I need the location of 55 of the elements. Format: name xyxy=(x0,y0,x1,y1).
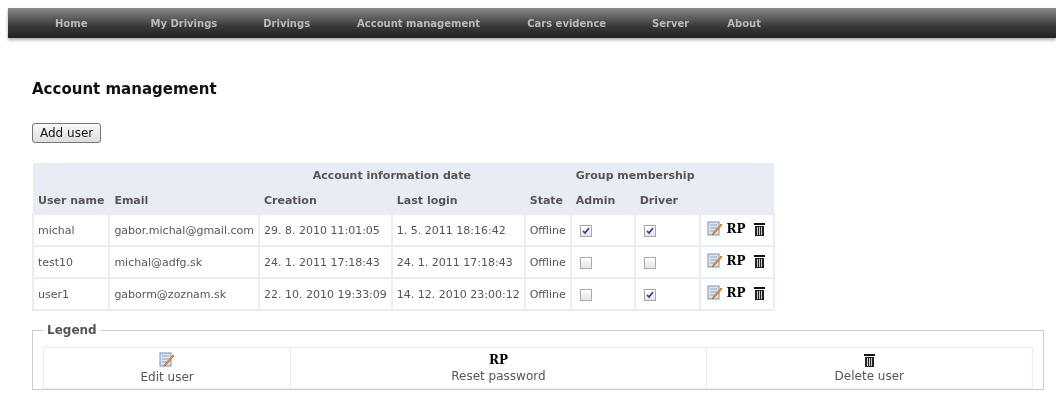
column-header: Creation xyxy=(263,194,317,207)
legend-label: Delete user xyxy=(834,369,904,383)
reset-password-link[interactable]: RP xyxy=(726,285,746,300)
edit-icon[interactable] xyxy=(706,284,724,301)
table-cell: gabor.michal@gmail.com xyxy=(114,223,254,237)
table-cell: Offline xyxy=(529,255,566,269)
nav-link[interactable]: Server xyxy=(652,17,690,29)
table-cell: user1 xyxy=(38,287,69,301)
column-header: State xyxy=(529,194,564,207)
trash-icon[interactable] xyxy=(753,285,765,300)
nav-link[interactable]: About xyxy=(727,17,761,29)
checkbox[interactable] xyxy=(643,224,656,237)
table-cell: michal@adfg.sk xyxy=(114,255,203,269)
table-cell: Offline xyxy=(529,287,566,301)
table-cell: 14. 12. 2010 23:00:12 xyxy=(396,287,520,301)
nav-link[interactable]: Home xyxy=(55,17,88,29)
table-cell: 1. 5. 2011 18:16:42 xyxy=(396,223,506,237)
checkbox[interactable] xyxy=(643,288,656,301)
nav-link[interactable]: Cars evidence xyxy=(527,17,607,29)
add-user-button[interactable]: Add user xyxy=(32,123,102,143)
table-cell: 29. 8. 2010 11:01:05 xyxy=(263,223,380,237)
table-cell: 24. 1. 2011 17:18:43 xyxy=(396,255,513,269)
checkbox[interactable] xyxy=(643,256,656,269)
trash-icon[interactable] xyxy=(863,353,875,367)
checkbox[interactable] xyxy=(579,256,592,269)
edit-icon[interactable] xyxy=(158,352,176,368)
table-cell: Offline xyxy=(529,223,566,237)
page-title: Account management xyxy=(32,80,218,98)
table-cell: test10 xyxy=(38,255,74,269)
table-cell: gaborm@zoznam.sk xyxy=(114,287,227,301)
column-group-header: Group membership xyxy=(575,169,695,182)
column-group-header: Account information date xyxy=(312,169,471,182)
column-header: User name xyxy=(38,194,105,207)
legend-title: Legend xyxy=(46,323,98,337)
legend-label: Edit user xyxy=(140,370,194,384)
trash-icon[interactable] xyxy=(753,221,765,236)
table-cell: michal xyxy=(38,223,75,237)
edit-icon[interactable] xyxy=(706,220,724,237)
reset-password-symbol: RP xyxy=(488,353,508,367)
nav-link[interactable]: My Drivings xyxy=(150,17,218,29)
nav-link[interactable]: Account management xyxy=(357,17,481,29)
checkbox[interactable] xyxy=(579,224,592,237)
table-cell: 24. 1. 2011 17:18:43 xyxy=(263,255,380,269)
reset-password-link[interactable]: RP xyxy=(726,253,746,268)
table-cell: 22. 10. 2010 19:33:09 xyxy=(263,287,387,301)
column-header: Last login xyxy=(396,194,458,207)
reset-password-link[interactable]: RP xyxy=(726,221,746,236)
checkbox[interactable] xyxy=(579,288,592,301)
column-header: Driver xyxy=(639,194,679,207)
nav-link[interactable]: Drivings xyxy=(263,17,311,29)
column-header: Email xyxy=(114,194,149,207)
legend-label: Reset password xyxy=(451,369,546,383)
column-header: Admin xyxy=(575,194,616,207)
edit-icon[interactable] xyxy=(706,252,724,269)
trash-icon[interactable] xyxy=(753,253,765,268)
